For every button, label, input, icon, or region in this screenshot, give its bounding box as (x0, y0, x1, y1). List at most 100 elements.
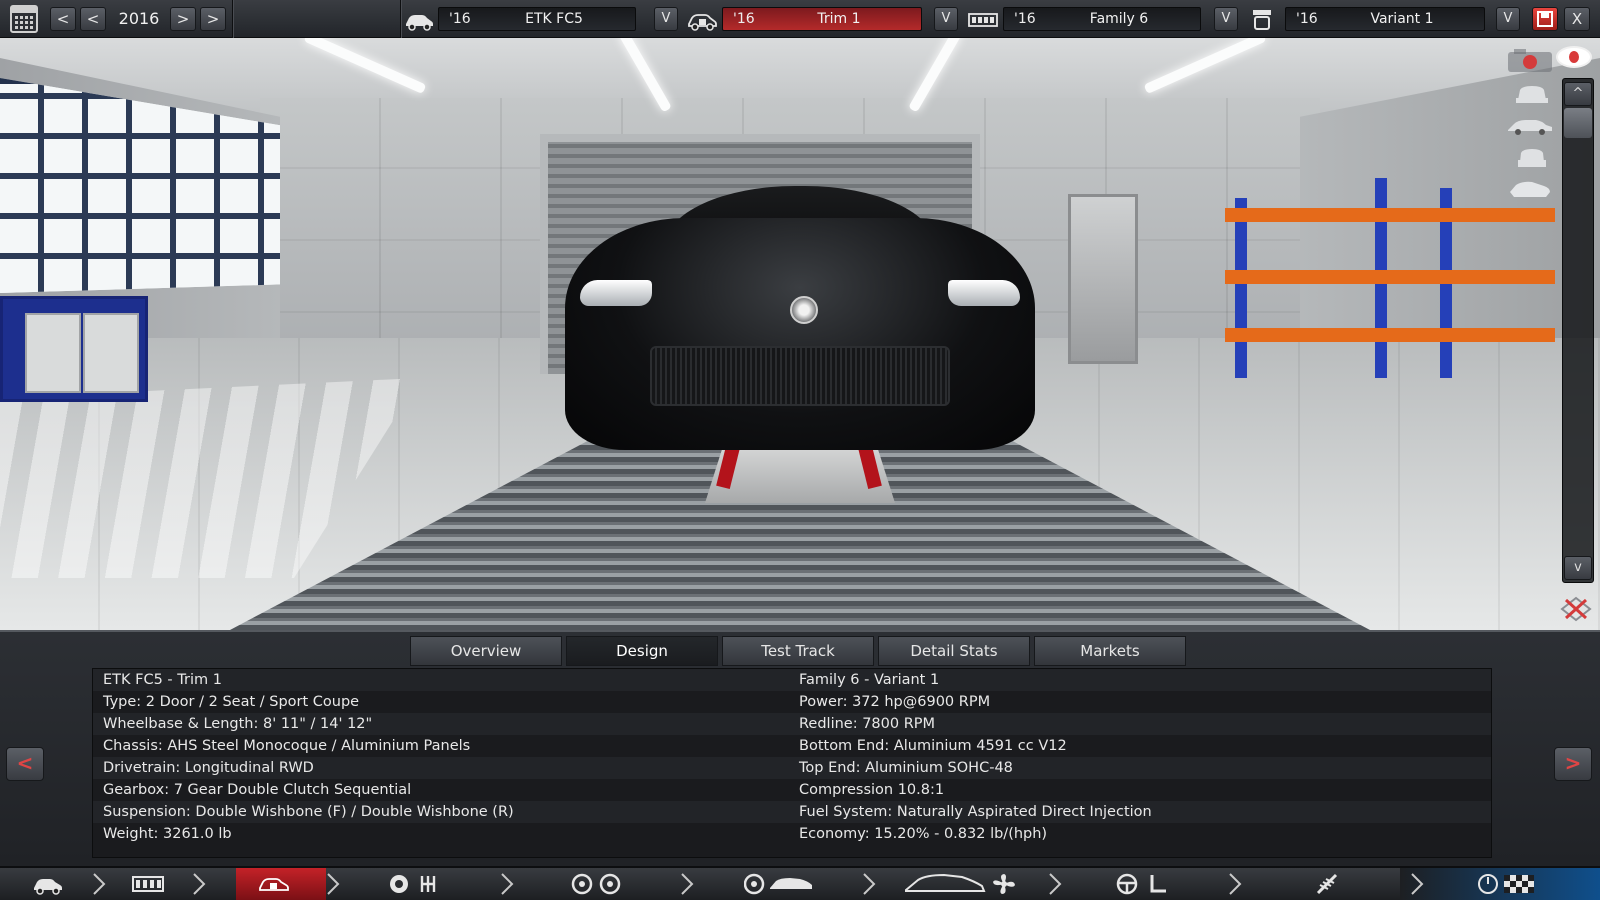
model-year: '16 (449, 11, 471, 27)
economy: Economy: 15.20% - 0.832 lb/(hph) (799, 826, 1048, 842)
car-type: Type: 2 Door / 2 Seat / Sport Coupe (103, 694, 360, 710)
trim-year: '16 (733, 11, 755, 27)
garage-side-door (1068, 194, 1138, 364)
tab-design[interactable]: Design (566, 636, 718, 666)
engine-family-selector[interactable]: '16 Family 6 (1003, 7, 1201, 31)
stats-row: Chassis: AHS Steel Monocoque / Aluminium… (93, 735, 1491, 757)
tab-overview[interactable]: Overview (410, 636, 562, 666)
model-selector[interactable]: '16 ETK FC5 (438, 7, 636, 31)
year-forward-fast-button[interactable]: > (200, 7, 226, 31)
steering-wheel-icon[interactable] (1116, 873, 1172, 895)
engine-summary: Family 6 - Variant 1 (799, 672, 940, 688)
chevron-right-icon (1049, 873, 1062, 895)
shelf-post (1235, 198, 1247, 378)
tab-detail-stats[interactable]: Detail Stats (878, 636, 1030, 666)
engine-variant-icon (1253, 10, 1271, 30)
trim-selector[interactable]: '16 Trim 1 (722, 7, 922, 31)
fuel-system: Fuel System: Naturally Aspirated Direct … (799, 804, 1152, 820)
trim-dropdown-button[interactable]: V (934, 7, 958, 31)
tab-markets[interactable]: Markets (1034, 636, 1186, 666)
previous-page-button[interactable]: < (6, 747, 44, 781)
top-end: Top End: Aluminium SOHC-48 (799, 760, 1013, 776)
view-side-icon[interactable] (1506, 112, 1554, 138)
tab-test-track[interactable]: Test Track (722, 636, 874, 666)
year-forward-button[interactable]: > (170, 7, 196, 31)
stats-row: Wheelbase & Length: 8' 11" / 14' 12" Red… (93, 713, 1491, 735)
family-year: '16 (1014, 11, 1036, 27)
weight: Weight: 3261.0 lb (103, 826, 232, 842)
calendar-icon[interactable] (10, 5, 38, 33)
checkered-flag-icon[interactable] (1478, 873, 1538, 895)
suspension: Suspension: Double Wishbone (F) / Double… (103, 804, 514, 820)
car-grille (650, 346, 950, 406)
car-trim-icon[interactable] (258, 873, 290, 895)
chevron-right-icon (193, 873, 206, 895)
car-body-icon[interactable] (744, 873, 816, 895)
trim-name: Trim 1 (817, 11, 861, 27)
zoom-scrollbar[interactable] (1562, 78, 1594, 583)
toolbar-divider (400, 0, 401, 38)
car-model-icon (406, 15, 433, 31)
model-name: ETK FC5 (525, 11, 583, 27)
family-name: Family 6 (1089, 11, 1149, 27)
save-icon (1537, 11, 1553, 27)
shelf-beam (1225, 328, 1555, 342)
variant-year: '16 (1296, 11, 1318, 27)
top-toolbar: < < 2016 > > '16 ETK FC5 V '16 Trim 1 V … (0, 0, 1600, 38)
gearbox: Gearbox: 7 Gear Double Clutch Sequential (103, 782, 412, 798)
storage-shelf (1225, 178, 1555, 378)
view-angle-icon[interactable] (1506, 176, 1554, 202)
engine-power: Power: 372 hp@6900 RPM (799, 694, 991, 710)
car-badge-icon (790, 296, 818, 324)
design-stage-nav (0, 866, 1600, 900)
reset-view-icon[interactable] (1558, 596, 1594, 622)
chevron-right-icon (681, 873, 694, 895)
next-page-button[interactable]: > (1554, 747, 1592, 781)
car-trim-icon (688, 14, 717, 31)
engine-variant-selector[interactable]: '16 Variant 1 (1285, 7, 1485, 31)
stats-row: Drivetrain: Longitudinal RWD Top End: Al… (93, 757, 1491, 779)
zoom-slider-thumb[interactable] (1564, 108, 1592, 138)
gear-icon[interactable] (388, 873, 448, 895)
drivetrain: Drivetrain: Longitudinal RWD (103, 760, 314, 776)
car-model-icon[interactable] (32, 873, 64, 895)
cabinet-door (83, 313, 139, 393)
eye-icon[interactable] (1556, 46, 1592, 68)
chevron-right-icon (327, 873, 340, 895)
chevron-right-icon (501, 873, 514, 895)
chassis-icon[interactable] (132, 873, 164, 895)
view-rear-icon[interactable] (1508, 144, 1556, 170)
year-display: 2016 (118, 9, 160, 28)
variant-dropdown-button[interactable]: V (1496, 7, 1520, 31)
chevron-right-icon (1411, 873, 1424, 895)
zoom-out-button[interactable]: v (1564, 556, 1592, 580)
wheels-icon[interactable] (568, 873, 628, 895)
view-front-icon[interactable] (1508, 80, 1556, 106)
bottom-end: Bottom End: Aluminium 4591 cc V12 (799, 738, 1067, 754)
camera-icon[interactable] (1506, 48, 1554, 74)
storage-cabinet (0, 296, 148, 402)
toolbar-divider (232, 0, 233, 38)
engine-redline: Redline: 7800 RPM (799, 716, 936, 732)
chevron-right-icon (93, 873, 106, 895)
cabinet-door (25, 313, 81, 393)
car-headlight-right (948, 280, 1020, 306)
chevron-right-icon (863, 873, 876, 895)
family-dropdown-button[interactable]: V (1214, 7, 1238, 31)
fan-icon[interactable] (904, 873, 1024, 895)
stats-row: Weight: 3261.0 lb Economy: 15.20% - 0.83… (93, 823, 1491, 845)
chevron-right-icon (1229, 873, 1242, 895)
variant-name: Variant 1 (1370, 11, 1434, 27)
year-back-button[interactable]: < (80, 7, 106, 31)
shelf-beam (1225, 208, 1555, 222)
chassis: Chassis: AHS Steel Monocoque / Aluminium… (103, 738, 471, 754)
model-dropdown-button[interactable]: V (654, 7, 678, 31)
stats-list: ETK FC5 - Trim 1 Family 6 - Variant 1 Ty… (92, 668, 1492, 858)
close-button[interactable]: X (1564, 7, 1590, 31)
car-3d-viewport[interactable] (0, 38, 1600, 630)
spring-icon[interactable] (1312, 873, 1342, 895)
zoom-in-button[interactable]: ^ (1564, 82, 1592, 106)
engine-family-icon (968, 13, 998, 27)
save-button[interactable] (1532, 7, 1558, 31)
year-back-fast-button[interactable]: < (50, 7, 76, 31)
